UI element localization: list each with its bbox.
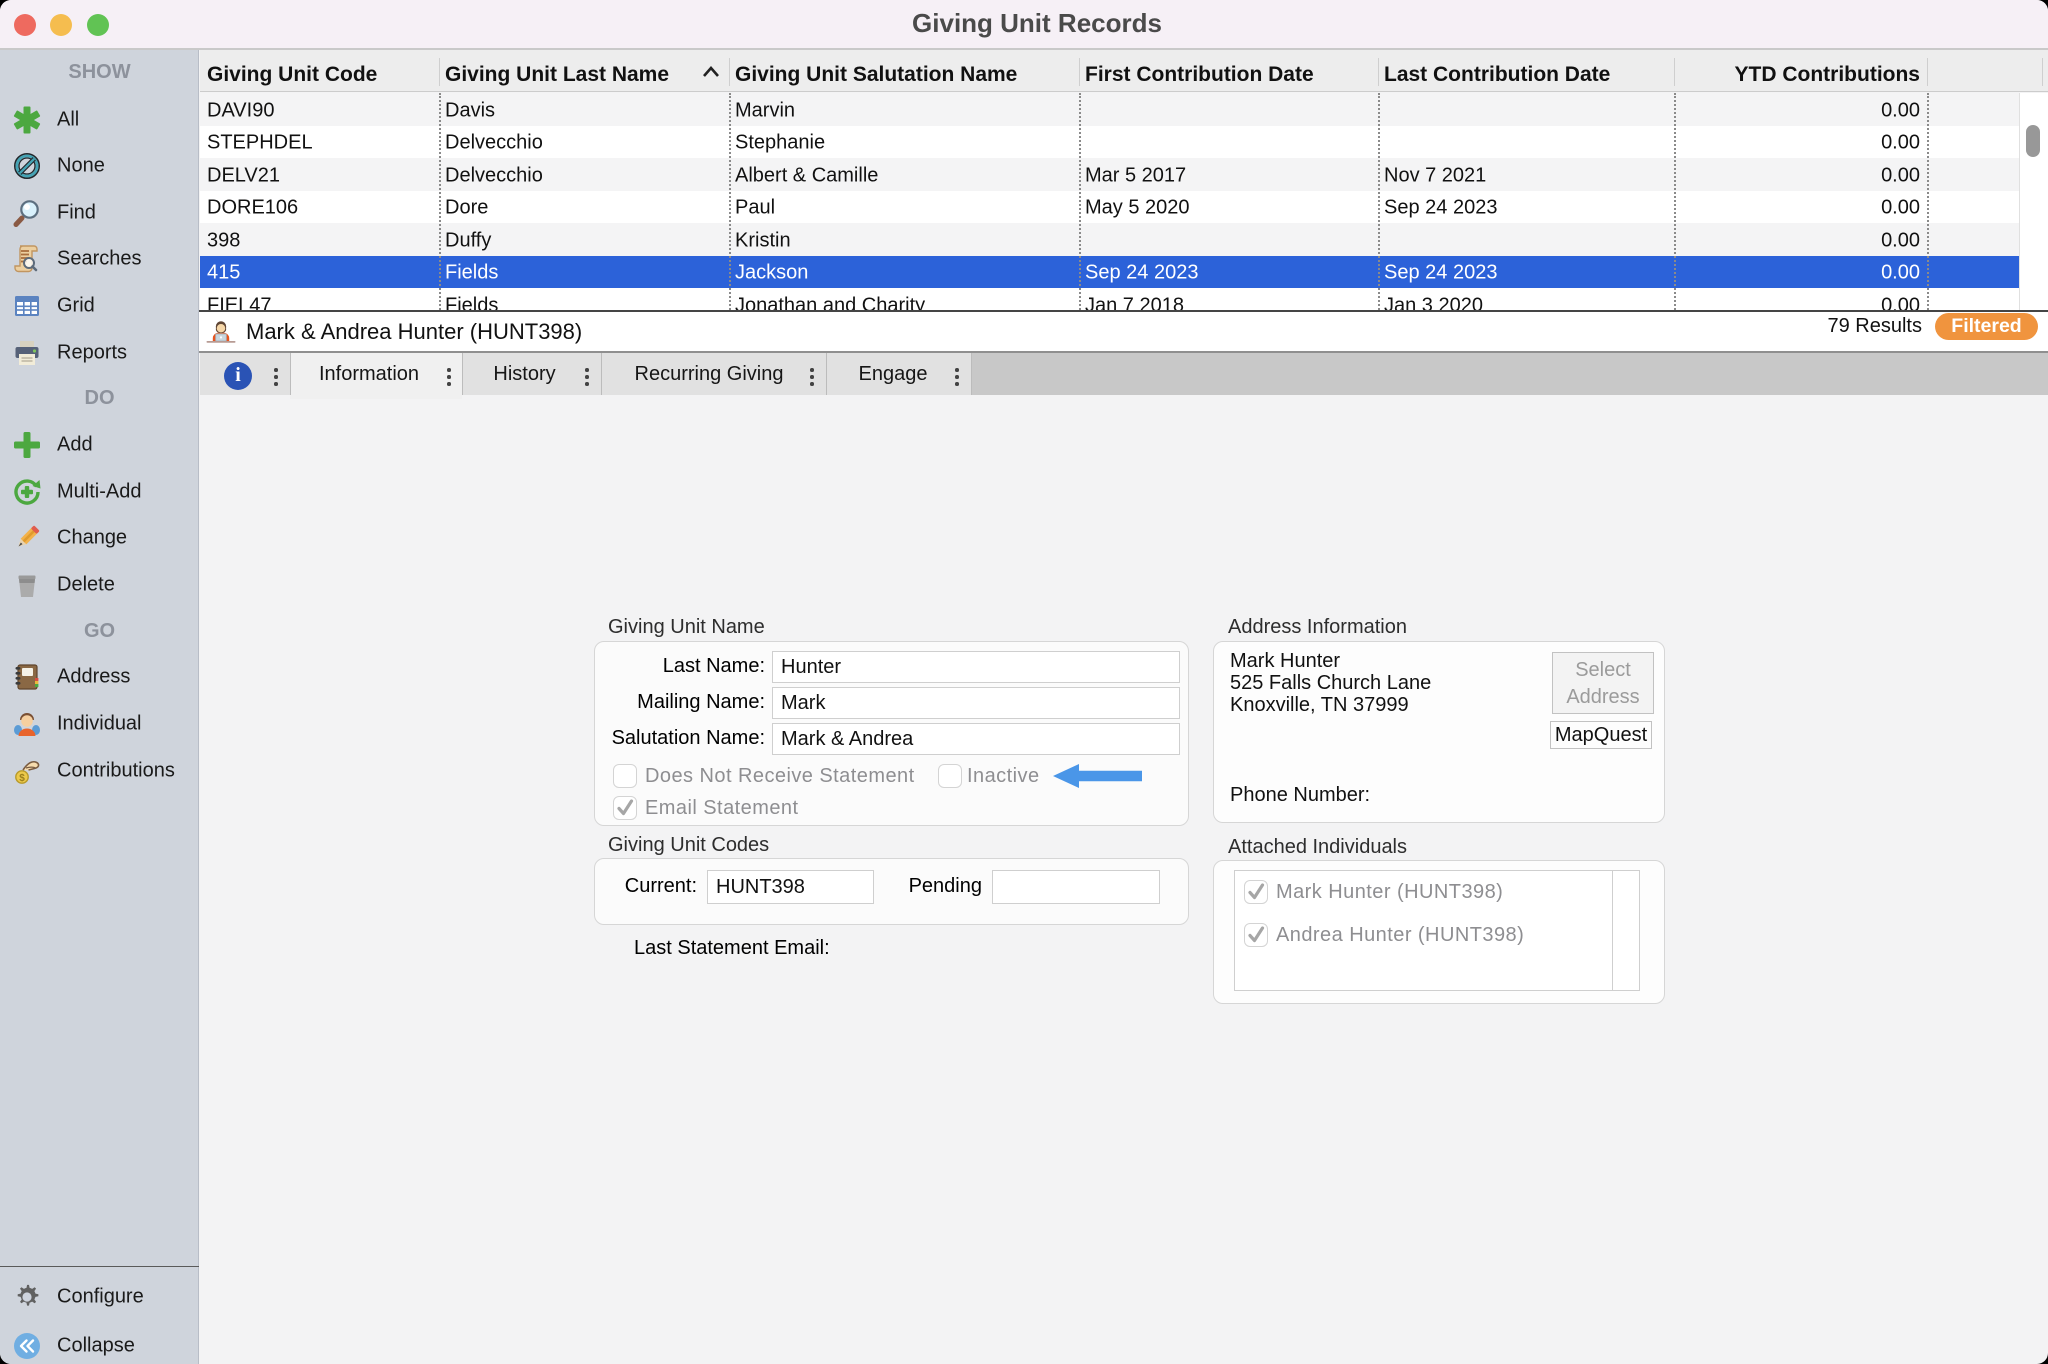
svg-text:$: $ bbox=[19, 773, 25, 784]
